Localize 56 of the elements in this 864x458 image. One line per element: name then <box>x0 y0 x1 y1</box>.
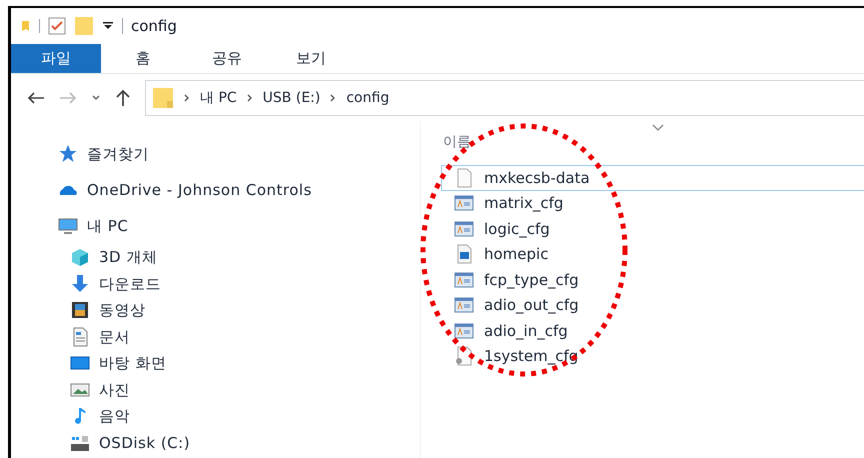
nav-item[interactable]: 3D 개체 <box>99 246 158 268</box>
window-title: config <box>131 16 177 37</box>
breadcrumb-item[interactable]: USB (E:) <box>262 88 320 108</box>
sort-chevron-icon[interactable] <box>651 124 665 132</box>
nav-item[interactable]: 사진 <box>99 378 130 401</box>
file-row[interactable]: logic_cfg <box>441 216 864 242</box>
film-icon <box>69 300 91 320</box>
checklist-icon[interactable] <box>48 17 66 35</box>
file-row[interactable]: mxkecsb-data <box>441 165 864 190</box>
config-file-icon <box>454 295 474 316</box>
file-row[interactable]: adio_out_cfg <box>441 292 864 318</box>
monitor-icon <box>57 216 79 236</box>
nav-item[interactable]: 내 PC <box>87 214 128 238</box>
breadcrumb-chevron[interactable] <box>330 94 336 102</box>
breadcrumb-chevron[interactable] <box>184 94 190 102</box>
ribbon-tab[interactable]: 파일 <box>11 44 101 73</box>
file-row[interactable]: adio_in_cfg <box>441 318 864 344</box>
config-file-icon <box>454 218 474 239</box>
file-row[interactable]: matrix_cfg <box>441 190 864 216</box>
nav-item[interactable]: 즐겨찾기 <box>87 142 149 166</box>
config-file-icon <box>454 270 474 290</box>
folder-icon <box>152 87 174 109</box>
nav-item[interactable]: OSDisk (C:) <box>99 432 190 454</box>
cube-icon <box>69 247 91 268</box>
nav-item[interactable]: 음악 <box>99 405 130 428</box>
nav-item[interactable]: OneDrive - Johnson Controls <box>87 178 312 202</box>
ribbon-tab[interactable]: 보기 <box>269 44 353 73</box>
file-name: mxkecsb-data <box>484 168 590 188</box>
nav-item[interactable]: 바탕 화면 <box>99 352 166 374</box>
config-file-icon <box>454 320 474 341</box>
column-header[interactable]: 이름 <box>443 132 503 153</box>
recent-chevron-icon[interactable] <box>91 94 101 102</box>
star-icon <box>57 144 79 164</box>
nav-item[interactable]: 동영상 <box>99 299 146 322</box>
file-name: fcp_type_cfg <box>484 270 579 290</box>
file-name: adio_out_cfg <box>484 295 579 316</box>
breadcrumb-item[interactable]: config <box>346 88 390 108</box>
file-name: matrix_cfg <box>484 193 564 214</box>
address-bar[interactable]: 내 PC USB (E:) config <box>145 80 864 116</box>
file-row[interactable]: homepic <box>441 242 864 267</box>
file-name: adio_in_cfg <box>484 320 568 342</box>
config-file-icon <box>454 193 474 214</box>
breadcrumb-chevron[interactable] <box>246 94 253 102</box>
up-arrow-icon[interactable] <box>115 89 131 107</box>
ribbon-tab[interactable]: 홈 <box>101 44 185 73</box>
dropdown-icon[interactable] <box>102 21 114 31</box>
file-row[interactable]: fcp_type_cfg <box>441 267 864 292</box>
ribbon-tab[interactable]: 공유 <box>185 44 269 73</box>
nav-item[interactable]: 다운로드 <box>99 272 161 295</box>
breadcrumb-item[interactable]: 내 PC <box>200 88 237 108</box>
back-arrow-icon[interactable] <box>27 91 45 105</box>
file-name: 1system_cfg <box>484 346 578 367</box>
file-name: homepic <box>484 244 548 265</box>
file-row[interactable]: 1system_cfg <box>441 344 864 369</box>
nav-item[interactable]: 문서 <box>99 326 130 348</box>
file-name: logic_cfg <box>484 218 550 240</box>
